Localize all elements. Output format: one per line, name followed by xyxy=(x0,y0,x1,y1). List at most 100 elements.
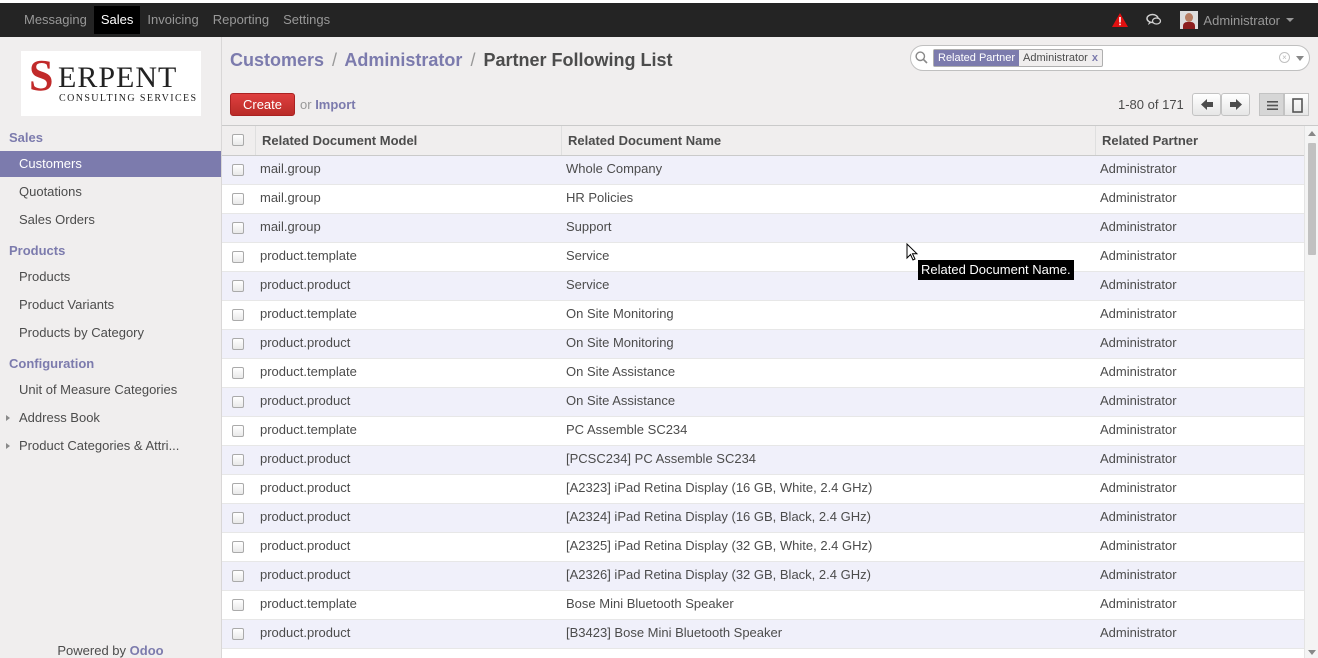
sidebar-item-products-by-category[interactable]: Products by Category xyxy=(0,320,221,346)
row-checkbox[interactable] xyxy=(232,309,244,321)
cell-document-name: [PCSC234] PC Assemble SC234 xyxy=(566,451,757,466)
create-button[interactable]: Create xyxy=(230,93,295,116)
cell-document-name: [A2326] iPad Retina Display (32 GB, Blac… xyxy=(566,567,871,582)
pager-previous-button[interactable] xyxy=(1192,93,1221,116)
sidebar: S ERPENT CONSULTING SERVICES Sales Custom… xyxy=(0,37,222,658)
row-checkbox[interactable] xyxy=(232,628,244,640)
search-input[interactable]: Related Partner Administrator x × xyxy=(910,45,1310,71)
list-icon xyxy=(1267,101,1278,110)
odoo-link[interactable]: Odoo xyxy=(130,643,164,658)
table-row[interactable]: product.product [PCSC234] PC Assemble SC2… xyxy=(222,446,1304,475)
select-all-checkbox[interactable] xyxy=(232,134,244,146)
breadcrumb-customers[interactable]: Customers xyxy=(230,50,324,70)
pager-value[interactable]: 1-80 of 171 xyxy=(1118,97,1184,112)
row-checkbox[interactable] xyxy=(232,599,244,611)
row-checkbox[interactable] xyxy=(232,396,244,408)
cell-document-name: Whole Company xyxy=(566,161,663,176)
cell-document-model: product.product xyxy=(260,509,351,524)
topmenu-reporting[interactable]: Reporting xyxy=(206,6,276,34)
table-row[interactable]: mail.group HR Policies Administrator xyxy=(222,185,1304,214)
sidebar-item-product-categories-attri[interactable]: Product Categories & Attri... xyxy=(0,433,221,459)
sidebar-item-label: Quotations xyxy=(19,184,82,199)
warning-icon[interactable] xyxy=(1112,13,1129,27)
table-row[interactable]: mail.group Support Administrator xyxy=(222,214,1304,243)
scroll-up-icon[interactable] xyxy=(1308,131,1316,136)
cell-document-model: product.product xyxy=(260,451,351,466)
sidebar-item-label: Products by Category xyxy=(19,325,145,340)
clear-search-icon[interactable]: × xyxy=(1279,52,1290,63)
sidebar-item-quotations[interactable]: Quotations xyxy=(0,179,221,205)
scrollbar[interactable] xyxy=(1304,126,1318,658)
row-checkbox[interactable] xyxy=(232,367,244,379)
row-checkbox[interactable] xyxy=(232,570,244,582)
import-link[interactable]: Import xyxy=(315,97,355,112)
sidebar-item-products[interactable]: Products xyxy=(0,264,221,290)
cell-document-model: product.product xyxy=(260,625,351,640)
list-view-button[interactable] xyxy=(1259,93,1284,116)
table-row[interactable]: product.product On Site Assistance Adminis… xyxy=(222,388,1304,417)
facet-remove-button[interactable]: x xyxy=(1092,52,1098,64)
column-header-related-partner[interactable]: Related Partner xyxy=(1095,126,1304,155)
scroll-down-icon[interactable] xyxy=(1308,650,1316,655)
cell-related-partner: Administrator xyxy=(1100,306,1177,321)
table-row[interactable]: product.product [A2326] iPad Retina Displ… xyxy=(222,562,1304,591)
table-row[interactable]: product.product Service Administrator xyxy=(222,272,1304,301)
form-view-button[interactable] xyxy=(1284,93,1309,116)
table-row[interactable]: mail.group Whole Company Administrator xyxy=(222,156,1304,185)
table-row[interactable]: product.product [A2323] iPad Retina Displ… xyxy=(222,475,1304,504)
sidebar-item-address-book[interactable]: Address Book xyxy=(0,405,221,431)
row-checkbox[interactable] xyxy=(232,338,244,350)
search-facet: Related Partner Administrator x xyxy=(933,49,1103,67)
column-header-document-model[interactable]: Related Document Model xyxy=(255,126,561,155)
chat-icon[interactable] xyxy=(1146,13,1162,27)
topmenu-settings[interactable]: Settings xyxy=(276,6,337,34)
table-row[interactable]: product.product [A2325] iPad Retina Displ… xyxy=(222,533,1304,562)
row-checkbox[interactable] xyxy=(232,541,244,553)
top-menu: Messaging Sales Invoicing Reporting Settings xyxy=(0,3,337,37)
scroll-thumb[interactable] xyxy=(1308,143,1316,255)
pager-next-button[interactable] xyxy=(1221,93,1250,116)
row-checkbox[interactable] xyxy=(232,454,244,466)
table-row[interactable]: product.product On Site Monitoring Adminis… xyxy=(222,330,1304,359)
column-header-document-name[interactable]: Related Document Name xyxy=(561,126,1095,155)
cell-related-partner: Administrator xyxy=(1100,364,1177,379)
facet-value-wrap: Administrator x xyxy=(1019,50,1102,66)
row-checkbox[interactable] xyxy=(232,483,244,495)
table-row[interactable]: product.template PC Assemble SC234 Adminis… xyxy=(222,417,1304,446)
user-menu[interactable]: Administrator xyxy=(1180,11,1294,29)
table-row[interactable]: product.product [A2324] iPad Retina Displ… xyxy=(222,504,1304,533)
row-checkbox[interactable] xyxy=(232,193,244,205)
sidebar-item-label: Product Variants xyxy=(19,297,115,312)
row-checkbox[interactable] xyxy=(232,280,244,292)
row-checkbox[interactable] xyxy=(232,164,244,176)
row-checkbox[interactable] xyxy=(232,512,244,524)
sidebar-item-customers[interactable]: Customers xyxy=(0,151,221,177)
sidebar-item-product-variants[interactable]: Product Variants xyxy=(0,292,221,318)
avatar xyxy=(1180,11,1199,29)
chevron-down-icon xyxy=(1286,18,1294,22)
table-row[interactable]: product.product [B3423] Bose Mini Bluetoo… xyxy=(222,620,1304,649)
table-row[interactable]: product.template On Site Assistance Admini… xyxy=(222,359,1304,388)
topmenu-sales[interactable]: Sales xyxy=(93,6,141,34)
row-checkbox[interactable] xyxy=(232,425,244,437)
expand-triangle-icon[interactable] xyxy=(6,415,10,421)
topmenu-invoicing[interactable]: Invoicing xyxy=(140,6,205,34)
powered-by: Powered by Odoo xyxy=(0,643,221,658)
breadcrumb-separator: / xyxy=(470,50,476,70)
expand-triangle-icon[interactable] xyxy=(6,443,10,449)
table-row[interactable]: product.template Service Administrator xyxy=(222,243,1304,272)
row-checkbox[interactable] xyxy=(232,222,244,234)
table-row[interactable]: product.template On Site Monitoring Admini… xyxy=(222,301,1304,330)
cell-document-model: product.template xyxy=(260,306,357,321)
sidebar-item-sales-orders[interactable]: Sales Orders xyxy=(0,207,221,233)
search-options-chevron-icon[interactable] xyxy=(1296,56,1304,61)
cell-document-model: product.product xyxy=(260,567,351,582)
cell-document-model: product.template xyxy=(260,422,357,437)
cell-document-model: product.product xyxy=(260,277,351,292)
row-checkbox[interactable] xyxy=(232,251,244,263)
cell-document-name: [A2324] iPad Retina Display (16 GB, Blac… xyxy=(566,509,871,524)
sidebar-item-unit-of-measure-categories[interactable]: Unit of Measure Categories xyxy=(0,377,221,403)
breadcrumb-administrator[interactable]: Administrator xyxy=(344,50,462,70)
table-row[interactable]: product.template Bose Mini Bluetooth Spea… xyxy=(222,591,1304,620)
topmenu-messaging[interactable]: Messaging xyxy=(17,6,94,34)
